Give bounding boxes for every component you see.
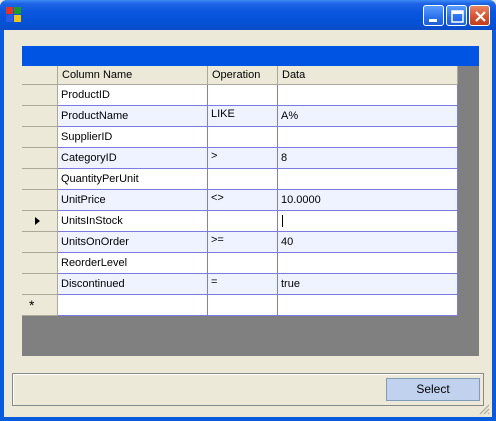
resize-grip-icon[interactable] [478,403,490,415]
row-header-current[interactable] [22,211,58,232]
column-name-cell[interactable]: SupplierID [58,127,208,148]
row-header[interactable] [22,190,58,211]
table-row[interactable]: ReorderLevel [22,253,458,274]
filter-grid[interactable]: Column Name Operation Data ProductID Pro… [22,46,479,356]
maximize-icon [451,10,464,23]
column-name-cell[interactable]: UnitPrice [58,190,208,211]
column-name-cell[interactable] [58,295,208,316]
data-cell[interactable]: A% [278,106,458,127]
operation-cell[interactable]: = [208,274,278,295]
text-caret [282,215,283,228]
table-row[interactable]: ProductName LIKE A% [22,106,458,127]
operation-cell[interactable] [208,85,278,106]
operation-cell[interactable]: LIKE [208,106,278,127]
minimize-button[interactable] [423,5,444,26]
app-window: Column Name Operation Data ProductID Pro… [0,0,496,421]
data-cell[interactable]: 8 [278,148,458,169]
column-name-cell[interactable]: UnitsOnOrder [58,232,208,253]
data-cell-editing[interactable] [278,211,458,232]
row-header-new[interactable]: * [22,295,58,316]
row-header[interactable] [22,127,58,148]
row-header[interactable] [22,106,58,127]
table-row[interactable]: UnitsOnOrder >= 40 [22,232,458,253]
client-area: Column Name Operation Data ProductID Pro… [4,30,492,417]
data-cell[interactable]: 40 [278,232,458,253]
data-cell[interactable] [278,127,458,148]
table-row[interactable]: UnitPrice <> 10.0000 [22,190,458,211]
close-icon [475,11,486,22]
column-name-cell[interactable]: ProductName [58,106,208,127]
row-header[interactable] [22,148,58,169]
select-button[interactable]: Select [386,378,480,401]
data-cell[interactable] [278,85,458,106]
data-cell[interactable]: true [278,274,458,295]
minimize-icon [429,19,437,22]
table-row[interactable]: ProductID [22,85,458,106]
column-header-data[interactable]: Data [278,66,458,85]
grid-caption [22,46,479,66]
table-row-current[interactable]: UnitsInStock [22,211,458,232]
bottom-panel: Select [12,373,484,406]
column-name-cell[interactable]: ReorderLevel [58,253,208,274]
table-row[interactable]: CategoryID > 8 [22,148,458,169]
operation-cell[interactable] [208,127,278,148]
current-row-arrow-icon [35,217,40,225]
row-header[interactable] [22,253,58,274]
column-header-name[interactable]: Column Name [58,66,208,85]
column-name-cell[interactable]: QuantityPerUnit [58,169,208,190]
row-header[interactable] [22,85,58,106]
column-header-operation[interactable]: Operation [208,66,278,85]
maximize-button[interactable] [446,5,467,26]
column-name-cell[interactable]: ProductID [58,85,208,106]
app-icon [6,7,22,23]
grid-header: Column Name Operation Data [22,66,458,85]
operation-cell[interactable]: > [208,148,278,169]
row-header[interactable] [22,274,58,295]
column-name-cell[interactable]: UnitsInStock [58,211,208,232]
operation-cell[interactable]: <> [208,190,278,211]
table-row[interactable]: QuantityPerUnit [22,169,458,190]
header-corner [22,66,58,85]
table-row[interactable]: SupplierID [22,127,458,148]
operation-cell[interactable] [208,295,278,316]
operation-cell[interactable]: >= [208,232,278,253]
row-header[interactable] [22,169,58,190]
operation-cell[interactable] [208,169,278,190]
new-row-star-icon: * [29,297,35,313]
data-cell[interactable] [278,295,458,316]
data-cell[interactable] [278,169,458,190]
close-button[interactable] [469,5,490,26]
column-name-cell[interactable]: CategoryID [58,148,208,169]
data-cell[interactable]: 10.0000 [278,190,458,211]
table-row[interactable]: Discontinued = true [22,274,458,295]
data-cell[interactable] [278,253,458,274]
row-header[interactable] [22,232,58,253]
table-row-new[interactable]: * [22,295,458,316]
operation-cell[interactable] [208,211,278,232]
column-name-cell[interactable]: Discontinued [58,274,208,295]
title-bar[interactable] [0,0,496,30]
operation-cell[interactable] [208,253,278,274]
